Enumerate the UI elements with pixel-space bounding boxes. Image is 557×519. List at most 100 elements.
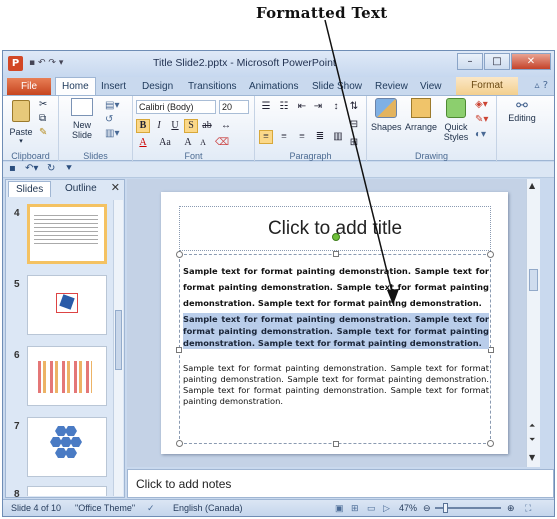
tab-home[interactable]: Home [55, 77, 96, 95]
shapes-button[interactable]: Shapes [371, 98, 402, 132]
tab-transitions[interactable]: Transitions [188, 79, 237, 95]
resize-handle[interactable] [487, 440, 494, 447]
theme-name[interactable]: "Office Theme" [75, 503, 135, 513]
panel-scrollbar[interactable] [113, 200, 123, 496]
tab-slide-show[interactable]: Slide Show [312, 79, 362, 95]
editor-scrollbar[interactable]: ▲ ⏶ ⏷ ▼ [526, 179, 540, 467]
previous-slide-icon[interactable]: ⏶ [529, 421, 535, 431]
format-painter-icon[interactable]: ✎ [39, 128, 47, 138]
panel-scroll-thumb[interactable] [115, 310, 122, 370]
character-spacing-icon[interactable]: ↔ [219, 119, 233, 133]
tab-slides[interactable]: Slides [8, 181, 52, 197]
align-center-button[interactable]: ≡ [277, 130, 291, 144]
minimize-button[interactable]: – [457, 53, 483, 70]
rotation-handle[interactable] [332, 233, 340, 241]
font-name-combo[interactable]: Calibri (Body) [136, 100, 216, 114]
minimize-ribbon-icon[interactable]: ▵ [534, 80, 539, 91]
zoom-in-icon[interactable]: ⊕ [507, 503, 515, 514]
change-case-button[interactable]: Aa [155, 136, 175, 150]
smartart-icon[interactable]: ⊞ [347, 136, 361, 150]
slide-thumbnail-8[interactable] [27, 486, 107, 496]
maximize-button[interactable]: □ [484, 53, 510, 70]
save-icon[interactable]: ▪ [29, 58, 35, 68]
next-slide-icon[interactable]: ⏷ [529, 435, 535, 445]
paragraph-normal[interactable]: Sample text for format painting demonstr… [183, 363, 489, 407]
paragraph-formatted-selected[interactable]: Sample text for format painting demonstr… [183, 313, 489, 349]
close-panel-icon[interactable]: ✕ [111, 181, 120, 194]
italic-button[interactable]: I [152, 119, 166, 133]
quick-styles-button[interactable]: Quick Styles [441, 98, 471, 142]
tab-animations[interactable]: Animations [249, 79, 298, 95]
zoom-out-icon[interactable]: ⊖ [423, 503, 431, 514]
customize-qat-icon[interactable]: ⯆ [65, 163, 73, 174]
redo-icon[interactable]: ↷ [48, 58, 56, 68]
powerpoint-app-icon[interactable]: P [8, 56, 23, 71]
text-direction-icon[interactable]: ⇅ [347, 100, 361, 114]
editor-scroll-thumb[interactable] [529, 269, 538, 291]
copy-icon[interactable]: ⧉ [39, 114, 46, 124]
decrease-indent-icon[interactable]: ⇤ [295, 100, 309, 114]
slide-show-icon[interactable]: ▷ [383, 503, 390, 514]
clear-formatting-icon[interactable]: ⌫ [215, 136, 229, 150]
redo-icon[interactable]: ↻ [47, 163, 55, 174]
increase-indent-icon[interactable]: ⇥ [311, 100, 325, 114]
shape-outline-icon[interactable]: ✎▾ [475, 115, 488, 125]
close-button[interactable]: ✕ [511, 53, 551, 70]
bullets-icon[interactable]: ☰ [259, 100, 273, 114]
line-spacing-icon[interactable]: ↕ [329, 100, 343, 114]
language-indicator[interactable]: English (Canada) [173, 503, 243, 513]
tab-file[interactable]: File [7, 78, 51, 95]
font-size-combo[interactable]: 20 [219, 100, 249, 114]
shrink-font-button[interactable]: A [196, 136, 210, 150]
shape-effects-icon[interactable]: ◐▾ [475, 130, 486, 140]
notes-pane[interactable]: Click to add notes [127, 469, 554, 498]
scroll-down-icon[interactable]: ▼ [529, 453, 535, 462]
help-icon[interactable]: ? [543, 80, 548, 91]
resize-handle[interactable] [176, 251, 183, 258]
reset-icon[interactable]: ↺ [105, 115, 113, 125]
slide-thumbnail-7[interactable] [27, 417, 107, 477]
resize-handle[interactable] [333, 441, 339, 447]
spelling-icon[interactable]: ✓ [147, 503, 155, 514]
undo-icon[interactable]: ↶▾ [25, 163, 38, 174]
underline-button[interactable]: U [168, 119, 182, 133]
reading-view-icon[interactable]: ▭ [367, 503, 376, 514]
arrange-button[interactable]: Arrange [403, 98, 439, 132]
normal-view-icon[interactable]: ▣ [335, 503, 344, 514]
columns-icon[interactable]: ▥ [331, 130, 345, 144]
resize-handle[interactable] [333, 251, 339, 257]
tab-outline[interactable]: Outline [58, 181, 104, 197]
fit-to-window-icon[interactable]: ⛶ [525, 503, 531, 514]
slide-thumbnail-4[interactable] [27, 204, 107, 264]
cut-icon[interactable]: ✂ [39, 100, 47, 110]
resize-handle[interactable] [176, 440, 183, 447]
tab-design[interactable]: Design [142, 79, 173, 95]
tab-insert[interactable]: Insert [101, 79, 126, 95]
shadow-button[interactable]: S [184, 119, 198, 133]
layout-icon[interactable]: ▤▾ [105, 101, 119, 111]
section-icon[interactable]: ▥▾ [105, 129, 119, 139]
title-placeholder[interactable]: Click to add title [179, 206, 491, 251]
content-placeholder[interactable]: Sample text for format painting demonstr… [176, 233, 494, 447]
resize-handle[interactable] [487, 251, 494, 258]
font-color-button[interactable]: A [136, 136, 150, 150]
bold-button[interactable]: B [136, 119, 150, 133]
slide-thumbnail-6[interactable] [27, 346, 107, 406]
new-slide-button[interactable]: New Slide [67, 98, 97, 140]
slide-sorter-icon[interactable]: ⊞ [351, 503, 359, 514]
tab-review[interactable]: Review [375, 79, 408, 95]
resize-handle[interactable] [176, 347, 182, 353]
zoom-slider-handle[interactable] [443, 503, 448, 513]
save-icon[interactable]: ▪ [9, 163, 16, 174]
align-left-button[interactable]: ≡ [259, 130, 273, 144]
undo-icon[interactable]: ↶ [38, 58, 46, 68]
slide-thumbnail-5[interactable] [27, 275, 107, 335]
strikethrough-button[interactable]: ab [200, 119, 214, 133]
justify-button[interactable]: ≣ [313, 130, 327, 144]
paragraph-bold[interactable]: Sample text for format painting demonstr… [183, 263, 489, 311]
align-text-icon[interactable]: ⊟ [347, 118, 361, 132]
tab-view[interactable]: View [420, 79, 442, 95]
tab-format[interactable]: Format [456, 77, 518, 95]
grow-font-button[interactable]: A [181, 136, 195, 150]
paste-button[interactable]: Paste ▾ [9, 100, 33, 147]
